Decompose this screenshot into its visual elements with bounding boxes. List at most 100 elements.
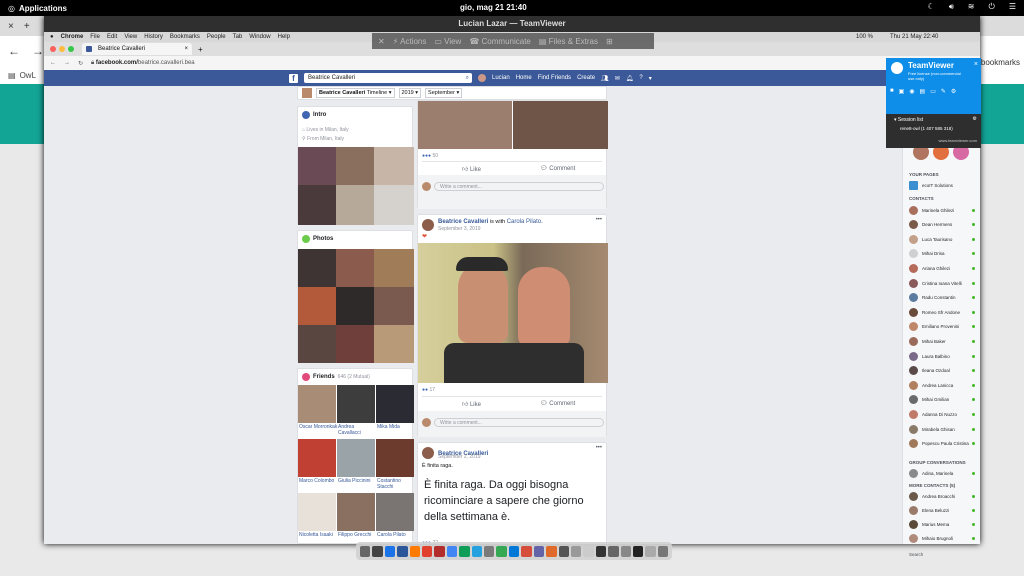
post-photo[interactable] — [513, 101, 608, 149]
settings-icon[interactable]: ⚙ — [951, 88, 956, 95]
like-button[interactable]: 👍︎ Like — [462, 400, 481, 408]
pen-icon[interactable]: ✎ — [941, 88, 946, 95]
photo-thumb[interactable] — [336, 249, 374, 287]
friend-name[interactable]: Carola Pilato — [377, 532, 406, 538]
fb-home-link[interactable]: Home — [516, 75, 532, 81]
contact-item[interactable]: Romeo Sfr Andone — [909, 306, 975, 318]
photo-thumb[interactable] — [298, 287, 336, 325]
photo-thumb[interactable] — [374, 249, 414, 287]
close-dot[interactable] — [50, 46, 56, 52]
menu-window[interactable]: Window — [249, 34, 270, 40]
photo-thumb[interactable] — [336, 287, 374, 325]
contact-item[interactable]: Adanna Di Nuzzo — [909, 408, 975, 420]
dock-app-icon[interactable] — [360, 545, 371, 557]
applications-menu[interactable]: ◎ Applications — [8, 4, 67, 13]
year-selector[interactable]: 2019 ▾ — [398, 88, 422, 98]
friend-photo[interactable] — [337, 439, 375, 477]
bookmarks-label[interactable]: bookmarks — [981, 58, 1020, 67]
dock-app-icon[interactable] — [496, 545, 507, 557]
dock-app-icon[interactable] — [583, 545, 594, 557]
month-selector[interactable]: September ▾ — [425, 88, 463, 98]
menu-bookmarks[interactable]: Bookmarks — [170, 34, 200, 40]
post-reactions[interactable]: ●● 17 — [422, 387, 435, 393]
friend-name[interactable]: Filippo Grecchi — [338, 532, 371, 538]
new-tab-icon[interactable]: + — [198, 45, 203, 54]
intro-photo[interactable] — [298, 185, 336, 225]
minimize-dot[interactable] — [59, 46, 65, 52]
contact-item[interactable]: Cristina Ioana Vitelli — [909, 277, 975, 289]
comment-input[interactable]: Write a comment... — [434, 418, 604, 427]
friend-requests-icon[interactable]: 👥︎ — [601, 75, 609, 82]
post-photo[interactable] — [418, 101, 512, 149]
friend-photo[interactable] — [337, 493, 375, 531]
intro-photo[interactable] — [336, 185, 374, 225]
chrome-tab[interactable]: Beatrice Cavalleri × — [82, 43, 192, 55]
contact-item[interactable]: Ileana Ozdoal — [909, 365, 975, 377]
timeline-selector[interactable]: Beatrice Cavalleri Timeline ▾ — [316, 88, 395, 98]
toolbar-actions[interactable]: ⚡ Actions — [393, 37, 427, 46]
contact-item[interactable]: Mihaio Brugnoli — [909, 532, 975, 544]
zoom-dot[interactable] — [68, 46, 74, 52]
system-tray[interactable]: ☾ 🔊︎ ≋ ⏻ ☰ — [928, 2, 1016, 12]
menu-help[interactable]: Help — [278, 34, 290, 40]
friend-name[interactable]: Andrea Cavallacci — [338, 424, 374, 436]
dock-app-icon[interactable] — [657, 545, 669, 557]
dock-app-icon[interactable] — [409, 545, 421, 557]
back-icon[interactable]: ← — [8, 44, 20, 58]
dock-app-icon[interactable] — [508, 545, 520, 557]
friend-name[interactable]: Mika Mida — [377, 424, 400, 430]
friend-name[interactable]: Marco Colombo — [299, 478, 334, 484]
dock-app-icon[interactable] — [422, 545, 433, 557]
page-item[interactable]: ecoIT Solutions — [909, 179, 975, 191]
post-options-icon[interactable]: ••• — [596, 445, 602, 451]
menu-edit[interactable]: Edit — [107, 34, 117, 40]
friends-title[interactable]: Friends — [313, 374, 335, 380]
dock-app-icon[interactable] — [632, 545, 644, 557]
intro-photo[interactable] — [298, 147, 336, 185]
mac-clock[interactable]: Thu 21 May 22:40 — [890, 34, 938, 40]
fb-user-link[interactable]: Lucian — [492, 75, 510, 81]
menu-tab[interactable]: Tab — [233, 34, 243, 40]
friend-photo[interactable] — [376, 493, 414, 531]
screen-icon[interactable]: ▭ — [930, 88, 936, 95]
contact-item[interactable]: Andrea Lanicca — [909, 379, 975, 391]
dock-app-icon[interactable] — [570, 545, 582, 557]
toolbar-files[interactable]: ▤ Files & Extras — [539, 37, 598, 46]
friend-name[interactable]: Nicoletta Isaaki — [299, 532, 333, 538]
friend-photo[interactable] — [337, 385, 375, 423]
intro-photo[interactable] — [374, 185, 414, 225]
new-tab-button[interactable]: + — [24, 21, 30, 32]
menu-history[interactable]: History — [144, 34, 163, 40]
contact-item[interactable]: Mirabela Ghisan — [909, 423, 975, 435]
comment-button[interactable]: 💬︎ Comment — [540, 165, 575, 172]
dock-app-icon[interactable] — [446, 545, 458, 557]
post-author[interactable]: Beatrice Cavalleri — [438, 219, 488, 225]
menu-view[interactable]: View — [124, 34, 137, 40]
contact-item[interactable]: Dean Hermens — [909, 219, 975, 231]
contact-item[interactable]: Mihai Gmilian — [909, 394, 975, 406]
photo-thumb[interactable] — [374, 325, 414, 363]
toolbar-view[interactable]: ▭ View — [434, 37, 461, 46]
notifications-icon[interactable]: 🔔︎ — [626, 75, 634, 82]
menu-chrome[interactable]: Chrome — [61, 34, 84, 40]
like-button[interactable]: 👍︎ Like — [462, 165, 481, 173]
apple-icon[interactable]: ● — [50, 34, 54, 40]
comment-input[interactable]: Write a comment... — [434, 182, 604, 191]
facebook-logo-icon[interactable]: f — [289, 73, 298, 83]
contact-item[interactable]: Elena Beluzzi — [909, 504, 975, 516]
dock-app-icon[interactable] — [459, 545, 470, 557]
fb-create-link[interactable]: Create — [577, 75, 595, 81]
gear-icon[interactable]: ⚙ — [973, 116, 977, 122]
post-options-icon[interactable]: ••• — [596, 217, 602, 223]
contact-item[interactable]: Andrea Broacchi — [909, 490, 975, 502]
photo-thumb[interactable] — [298, 249, 336, 287]
dock-app-icon[interactable] — [384, 545, 396, 557]
dock-app-icon[interactable] — [484, 545, 495, 557]
system-clock[interactable]: gio, mag 21 21:40 — [460, 3, 527, 12]
contact-item[interactable]: Luca Taurisano — [909, 233, 975, 245]
dock-app-icon[interactable] — [546, 545, 557, 557]
avatar[interactable] — [422, 219, 434, 231]
fb-find-friends-link[interactable]: Find Friends — [538, 75, 571, 81]
intro-photo[interactable] — [336, 147, 374, 185]
intro-photo[interactable] — [374, 147, 414, 185]
